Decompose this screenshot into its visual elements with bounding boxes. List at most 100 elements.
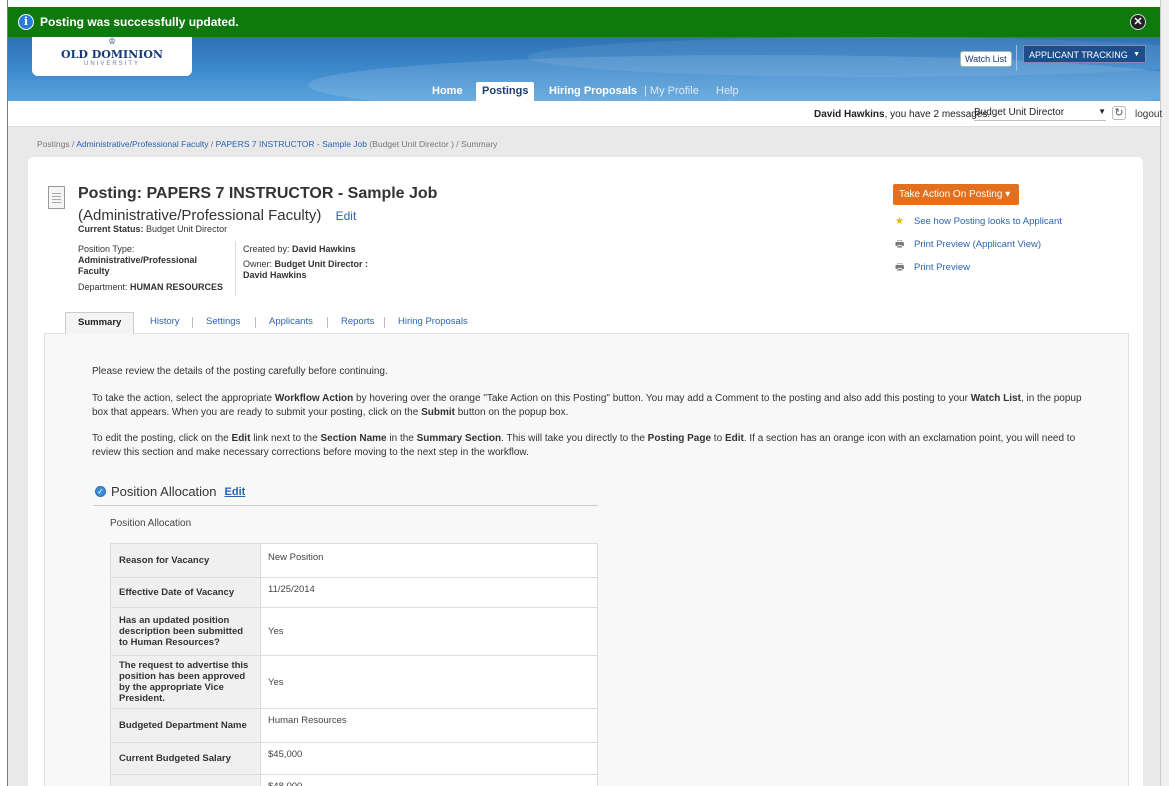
position-allocation-table: Reason for Vacancy New Position Effectiv… (110, 543, 598, 786)
print-preview-applicant-link[interactable]: 🖶 Print Preview (Applicant View) (895, 239, 1041, 250)
breadcrumb: Postings / Administrative/Professional F… (37, 139, 497, 149)
breadcrumb-root[interactable]: Postings (37, 139, 70, 149)
table-row: Current Budgeted Salary $45,000 (110, 742, 598, 775)
text: To edit the posting, click on the (92, 433, 232, 444)
row-label: Current Budgeted Salary (110, 742, 261, 775)
tab-settings[interactable]: Settings (206, 312, 240, 334)
tab-history[interactable]: History (150, 312, 180, 334)
text: button on the popup box. (454, 407, 569, 418)
check-icon: ✓ (95, 486, 106, 497)
watch-list-button[interactable]: Watch List (960, 51, 1012, 67)
section-title: Position Allocation (111, 484, 217, 499)
page-title: Posting: PAPERS 7 INSTRUCTOR - Sample Jo… (78, 185, 438, 202)
tab-separator (384, 317, 385, 328)
department-value: HUMAN RESOURCES (130, 282, 224, 292)
text: link next to the (250, 433, 321, 444)
breadcrumb-category[interactable]: Administrative/Professional Faculty (76, 139, 208, 149)
role-value: Budget Unit Director (974, 107, 1065, 118)
tab-applicants[interactable]: Applicants (269, 312, 313, 334)
posting-category: (Administrative/Professional Faculty) (78, 207, 322, 224)
breadcrumb-sep: / (456, 139, 459, 149)
status-value: Budget Unit Director (146, 224, 228, 234)
print-preview-link[interactable]: 🖶 Print Preview (895, 262, 970, 273)
refresh-icon[interactable]: ↻ (1112, 106, 1126, 120)
current-status: Current Status: Budget Unit Director (78, 224, 227, 234)
table-row: Effective Date of Vacancy 11/25/2014 (110, 577, 598, 608)
see-how-link[interactable]: ★ See how Posting looks to Applicant (895, 216, 1062, 227)
row-value: Human Resources (260, 708, 598, 743)
info-icon: i (18, 14, 34, 30)
section-position-allocation: ✓ Position Allocation Edit (95, 484, 245, 499)
row-label: Budgeted Department Name (110, 708, 261, 743)
nav-hiring-proposals[interactable]: Hiring Proposals (543, 82, 643, 101)
row-value: $48,000 (260, 774, 598, 786)
nav-postings[interactable]: Postings (476, 82, 535, 101)
row-value: New Position (260, 543, 598, 578)
nav-home[interactable]: Home (426, 82, 469, 101)
logout-link[interactable]: logout (1135, 109, 1162, 120)
breadcrumb-current: Summary (461, 139, 498, 149)
tab-separator (327, 317, 328, 328)
text: To take the action, select the appropria… (92, 393, 275, 404)
printer-icon: 🖶 (895, 261, 905, 273)
module-label: APPLICANT TRACKING (1029, 50, 1128, 60)
user-messages[interactable]: David Hawkins, you have 2 messages. (814, 109, 990, 120)
logo-name: OLD DOMINION (61, 48, 163, 61)
row-label: Has an updated position description been… (110, 607, 261, 656)
department-label: Department: (78, 282, 128, 292)
edit-section-link[interactable]: Edit (225, 486, 246, 498)
created-label: Created by: (243, 244, 290, 254)
text: . This will take you directly to the (501, 433, 648, 444)
table-row: The request to advertise this position h… (110, 655, 598, 709)
text: by hovering over the orange "Take Action… (353, 393, 971, 404)
section-divider (93, 505, 598, 506)
notice-text: Posting was successfully updated. (40, 15, 239, 29)
document-icon (48, 186, 65, 209)
breadcrumb-posting-role: (Budget Unit Director ) (369, 139, 454, 149)
text-bold: Edit (231, 433, 251, 444)
star-icon: ★ (895, 215, 904, 227)
nav-help[interactable]: Help (710, 82, 745, 101)
owner: Owner: Budget Unit Director : David Hawk… (243, 259, 383, 281)
text-bold: Summary Section (416, 433, 502, 444)
position-type-value: Administrative/Professional Faculty (78, 255, 198, 276)
see-how-text: See how Posting looks to Applicant (914, 216, 1062, 227)
nav-my-profile[interactable]: | My Profile (638, 82, 705, 101)
role-select[interactable]: Budget Unit Director ▼ (974, 107, 1106, 121)
printer-icon: 🖶 (895, 238, 905, 250)
main-nav: Home Postings Hiring Proposals | My Prof… (8, 80, 1160, 101)
close-icon[interactable]: ✕ (1130, 14, 1146, 30)
row-label: The request to advertise this position h… (110, 655, 261, 709)
take-action-button[interactable]: Take Action On Posting ▾ (893, 184, 1019, 205)
print-text: Print Preview (914, 262, 970, 273)
row-label: Reason for Vacancy (110, 543, 261, 578)
tab-separator (255, 317, 256, 328)
module-selector[interactable]: APPLICANT TRACKING ▼ (1023, 45, 1146, 63)
row-label: Requested Salary (110, 774, 261, 786)
text-bold: Edit (724, 433, 744, 444)
meta-divider (235, 241, 236, 296)
university-logo[interactable]: ♔ OLD DOMINION UNIVERSITY (32, 37, 192, 76)
logo-sub: UNIVERSITY (83, 61, 140, 67)
tab-summary[interactable]: Summary (65, 312, 135, 334)
text-bold: Section Name (320, 433, 387, 444)
tab-separator (192, 317, 193, 328)
edit-posting-link[interactable]: Edit (336, 209, 357, 223)
text-bold: Workflow Action (274, 393, 354, 404)
tab-reports[interactable]: Reports (341, 312, 374, 334)
table-row: Has an updated position description been… (110, 607, 598, 656)
row-value: 11/25/2014 (260, 577, 598, 608)
user-name: David Hawkins (814, 109, 885, 120)
window-frame-left (0, 0, 8, 786)
created-value: David Hawkins (292, 244, 356, 254)
crest-icon: ♔ (107, 37, 117, 46)
text-bold: Posting Page (647, 433, 712, 444)
row-value: $45,000 (260, 742, 598, 775)
text-bold: Submit (421, 407, 455, 418)
breadcrumb-posting[interactable]: PAPERS 7 INSTRUCTOR - Sample Job (216, 139, 367, 149)
tab-hiring-proposals[interactable]: Hiring Proposals (398, 312, 468, 334)
success-notice: i Posting was successfully updated. ✕ (8, 7, 1160, 37)
row-value: Yes (260, 655, 598, 709)
user-bar: David Hawkins, you have 2 messages. Budg… (8, 101, 1162, 127)
text-bold: Watch List (970, 393, 1021, 404)
